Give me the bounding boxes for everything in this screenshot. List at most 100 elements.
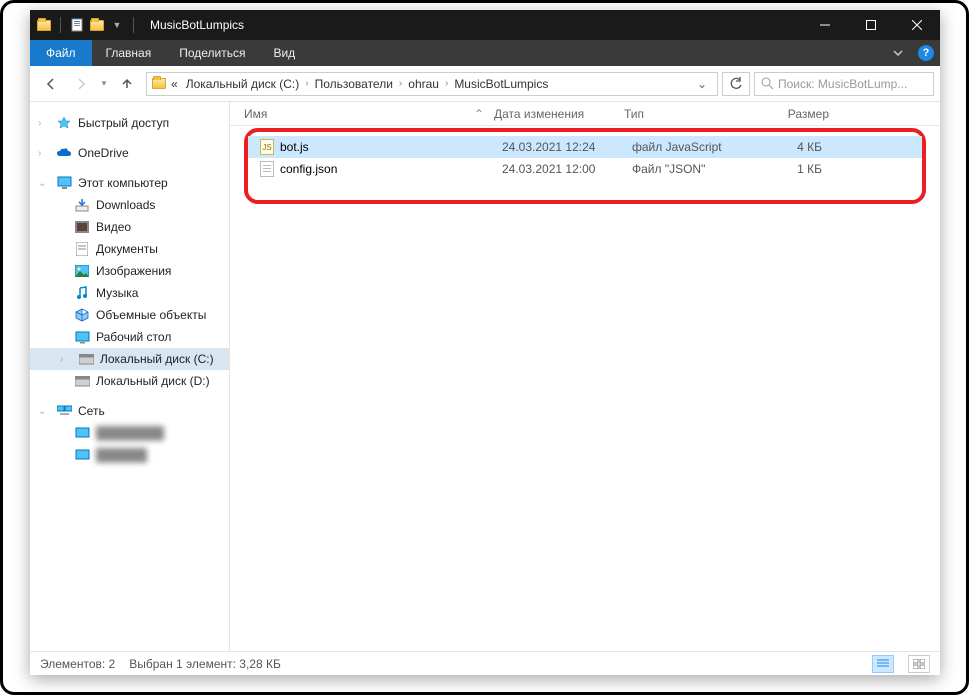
view-thumbnails-button[interactable] [908,655,930,673]
json-file-icon [258,160,276,178]
video-icon [74,219,90,235]
column-name[interactable]: Имя⌃ [244,107,494,121]
annotation-highlight: JS bot.js 24.03.2021 12:24 файл JavaScri… [244,128,926,204]
status-item-count: Элементов: 2 [40,657,115,671]
nav-onedrive[interactable]: › OneDrive [30,142,229,164]
address-bar-row: ▾ « Локальный диск (C:) › Пользователи ›… [30,66,940,102]
chevron-right-icon[interactable]: › [38,148,50,159]
nav-drive-c[interactable]: ›Локальный диск (C:) [30,348,229,370]
folder-icon [151,76,167,92]
file-list: Имя⌃ Дата изменения Тип Размер JS bot.js… [230,102,940,651]
js-file-icon: JS [258,138,276,156]
maximize-button[interactable] [848,10,894,40]
qat-properties-icon[interactable] [69,17,85,33]
address-dropdown-icon[interactable]: ⌄ [691,77,713,91]
nav-documents[interactable]: Документы [30,238,229,260]
chevron-right-icon[interactable]: › [60,354,72,365]
file-tab[interactable]: Файл [30,40,92,66]
ribbon-expand-icon[interactable] [884,40,912,66]
music-icon [74,285,90,301]
documents-icon [74,241,90,257]
network-icon [56,403,72,419]
column-size[interactable]: Размер [744,107,829,121]
file-row[interactable]: JS bot.js 24.03.2021 12:24 файл JavaScri… [248,136,922,158]
search-placeholder: Поиск: MusicBotLump... [778,77,907,91]
breadcrumb-item[interactable]: ohrau [404,77,443,91]
star-icon [56,115,72,131]
explorer-window: ▼ MusicBotLumpics Файл Главная Поделитьс… [30,10,940,675]
breadcrumb-item[interactable]: Локальный диск (C:) [182,77,304,91]
sort-up-icon: ⌃ [474,107,484,121]
breadcrumb-prefix: « [167,77,182,91]
file-name: config.json [280,162,502,176]
pictures-icon [74,263,90,279]
status-selection: Выбран 1 элемент: 3,28 КБ [129,657,281,671]
back-button[interactable] [36,69,66,99]
chevron-right-icon[interactable]: › [38,118,50,129]
minimize-button[interactable] [802,10,848,40]
column-date[interactable]: Дата изменения [494,107,624,121]
chevron-right-icon[interactable]: › [303,78,310,89]
recent-dropdown-icon[interactable]: ▾ [96,69,112,99]
window-title: MusicBotLumpics [150,18,244,32]
nav-downloads[interactable]: Downloads [30,194,229,216]
navigation-pane: › Быстрый доступ › OneDrive ⌄ Этот компь… [30,102,230,651]
breadcrumb-item[interactable]: Пользователи [311,77,397,91]
chevron-right-icon[interactable]: › [443,78,450,89]
file-date: 24.03.2021 12:00 [502,162,632,176]
home-tab[interactable]: Главная [92,40,166,66]
pc-icon [74,425,90,441]
separator [133,17,134,33]
nav-music[interactable]: Музыка [30,282,229,304]
nav-videos[interactable]: Видео [30,216,229,238]
cloud-icon [56,145,72,161]
nav-network[interactable]: ⌄ Сеть [30,400,229,422]
downloads-icon [74,197,90,213]
nav-desktop[interactable]: Рабочий стол [30,326,229,348]
separator [60,17,61,33]
nav-network-pc[interactable]: ████████ [30,422,229,444]
drive-icon [78,351,94,367]
titlebar: ▼ MusicBotLumpics [30,10,940,40]
refresh-button[interactable] [722,72,750,96]
nav-drive-d[interactable]: Локальный диск (D:) [30,370,229,392]
search-input[interactable]: Поиск: MusicBotLump... [754,72,934,96]
ribbon-tabs: Файл Главная Поделиться Вид ? [30,40,940,66]
nav-pictures[interactable]: Изображения [30,260,229,282]
address-bar[interactable]: « Локальный диск (C:) › Пользователи › o… [146,72,718,96]
close-button[interactable] [894,10,940,40]
pc-icon [74,447,90,463]
status-bar: Элементов: 2 Выбран 1 элемент: 3,28 КБ [30,651,940,675]
search-icon [761,77,774,90]
help-button[interactable]: ? [912,40,940,66]
cube-icon [74,307,90,323]
share-tab[interactable]: Поделиться [165,40,259,66]
file-name: bot.js [280,140,502,154]
chevron-down-icon[interactable]: ⌄ [38,406,50,417]
columns-header: Имя⌃ Дата изменения Тип Размер [230,102,940,126]
file-row[interactable]: config.json 24.03.2021 12:00 Файл "JSON"… [248,158,922,180]
qat-newfolder-icon[interactable] [89,17,105,33]
file-date: 24.03.2021 12:24 [502,140,632,154]
nav-network-pc[interactable]: ██████ [30,444,229,466]
file-type: Файл "JSON" [632,162,752,176]
up-button[interactable] [112,69,142,99]
pc-icon [56,175,72,191]
chevron-down-icon[interactable]: ⌄ [38,178,50,189]
file-type: файл JavaScript [632,140,752,154]
chevron-right-icon[interactable]: › [397,78,404,89]
folder-icon [36,17,52,33]
desktop-icon [74,329,90,345]
column-type[interactable]: Тип [624,107,744,121]
nav-this-pc[interactable]: ⌄ Этот компьютер [30,172,229,194]
nav-quick-access[interactable]: › Быстрый доступ [30,112,229,134]
view-tab[interactable]: Вид [259,40,309,66]
file-size: 1 КБ [752,162,822,176]
view-details-button[interactable] [872,655,894,673]
forward-button[interactable] [66,69,96,99]
breadcrumb-item[interactable]: MusicBotLumpics [450,77,552,91]
qat-dropdown-icon[interactable]: ▼ [109,17,125,33]
nav-3d-objects[interactable]: Объемные объекты [30,304,229,326]
file-size: 4 КБ [752,140,822,154]
drive-icon [74,373,90,389]
